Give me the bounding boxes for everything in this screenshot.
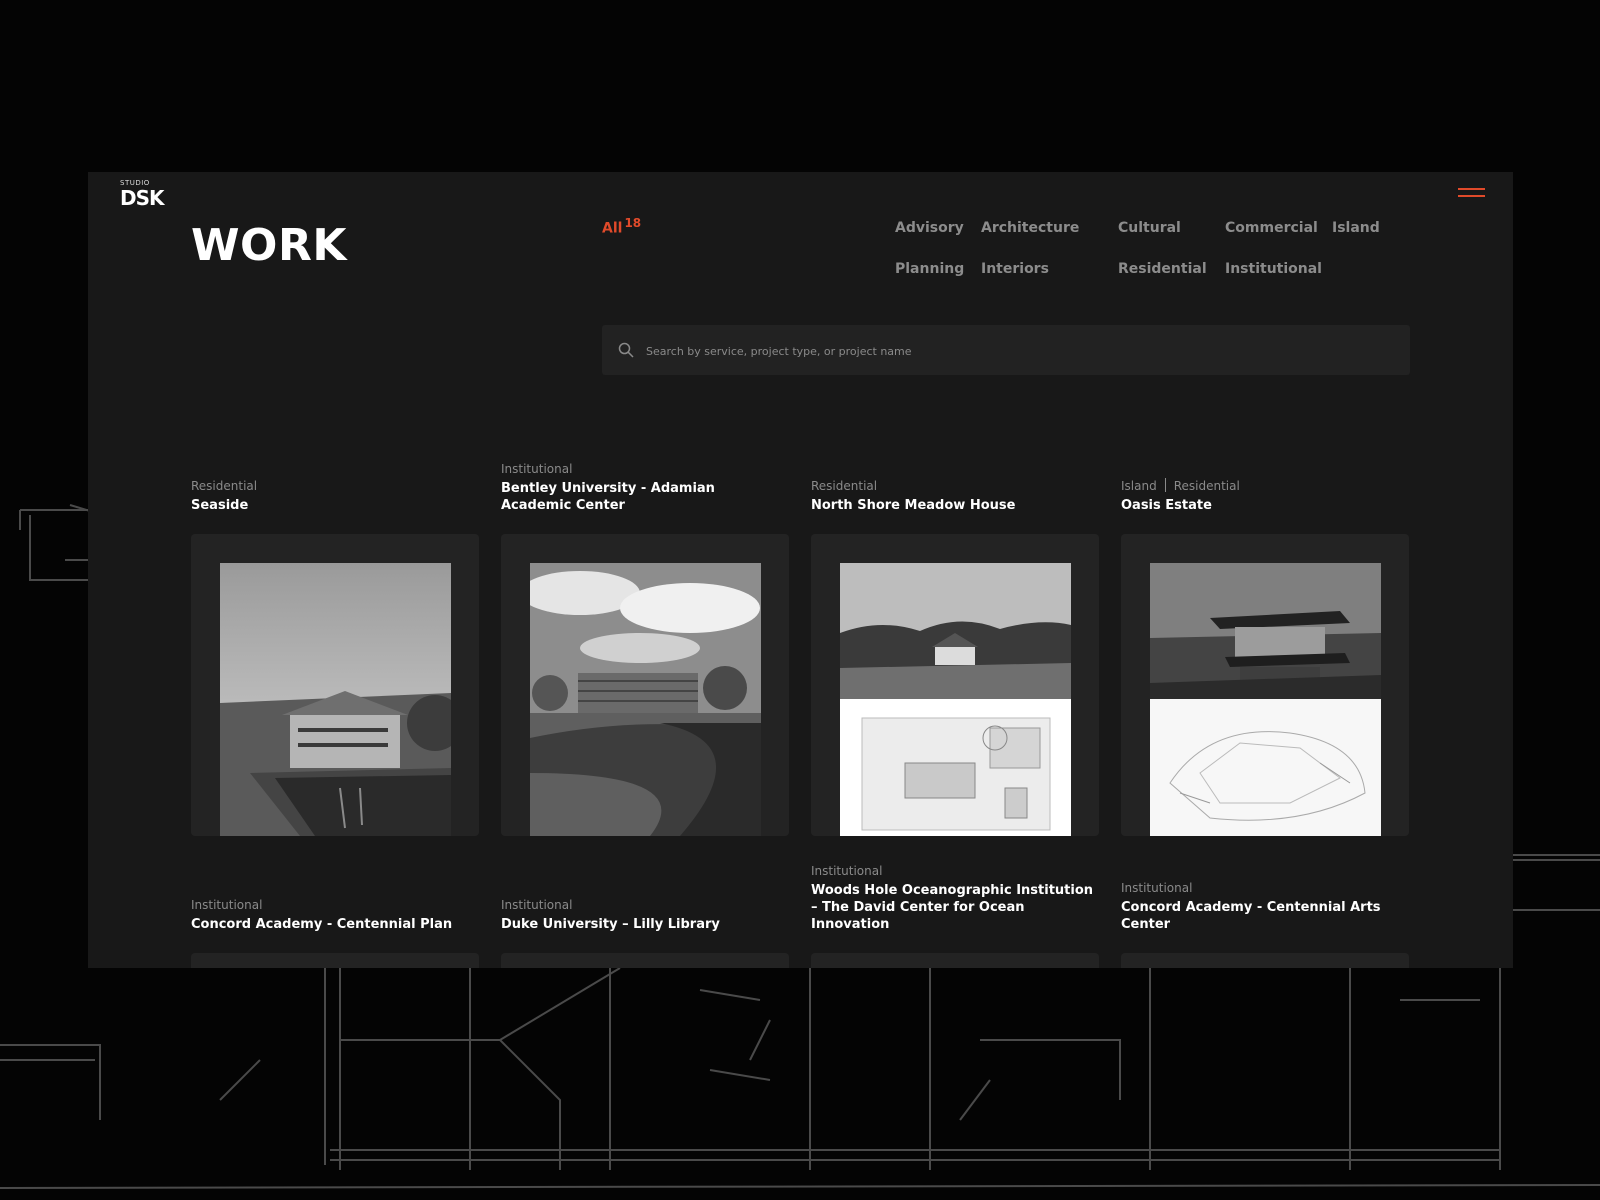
category-label[interactable]: Residential bbox=[1174, 479, 1240, 493]
project-image-panel[interactable] bbox=[191, 953, 479, 968]
filter-cultural[interactable]: Cultural bbox=[1118, 220, 1181, 236]
project-categories: Institutional bbox=[1121, 881, 1409, 895]
project-categories: Institutional bbox=[191, 898, 479, 912]
project-heading: Residential North Shore Meadow House bbox=[811, 479, 1099, 514]
category-label[interactable]: Institutional bbox=[191, 898, 262, 912]
filter-all-label: All bbox=[602, 220, 623, 237]
project-name[interactable]: Concord Academy - Centennial Arts Center bbox=[1121, 899, 1409, 933]
project-name[interactable]: Concord Academy - Centennial Plan bbox=[191, 916, 479, 933]
project-name[interactable]: Duke University – Lilly Library bbox=[501, 916, 789, 933]
project-name[interactable]: Seaside bbox=[191, 497, 479, 514]
project-categories: Institutional bbox=[811, 864, 1099, 878]
project-photo-oasis bbox=[1150, 563, 1381, 836]
filter-residential[interactable]: Residential bbox=[1118, 261, 1207, 277]
project-name[interactable]: Oasis Estate bbox=[1121, 497, 1409, 514]
project-image-panel[interactable] bbox=[1121, 953, 1409, 968]
page-title: WORK bbox=[191, 220, 347, 271]
project-photo-seaside bbox=[220, 563, 451, 836]
project-name[interactable]: North Shore Meadow House bbox=[811, 497, 1099, 514]
category-separator bbox=[1164, 478, 1166, 492]
project-photo-bentley bbox=[530, 563, 761, 836]
project-categories: Institutional bbox=[501, 462, 789, 476]
project-categories: Residential bbox=[811, 479, 1099, 493]
category-label[interactable]: Island bbox=[1121, 479, 1157, 493]
menu-line-icon bbox=[1458, 195, 1485, 197]
filter-interiors[interactable]: Interiors bbox=[981, 261, 1049, 277]
project-name[interactable]: Woods Hole Oceanographic Institution – T… bbox=[811, 882, 1099, 933]
project-heading: Institutional Duke University – Lilly Li… bbox=[501, 898, 789, 933]
search-icon bbox=[618, 342, 634, 358]
hamburger-menu-button[interactable] bbox=[1458, 188, 1485, 198]
search-input[interactable] bbox=[644, 325, 1388, 377]
project-photo-north-shore bbox=[840, 563, 1071, 836]
logo-big-text: DSK bbox=[120, 186, 165, 210]
project-heading: Institutional Bentley University - Adami… bbox=[501, 462, 789, 514]
category-label[interactable]: Institutional bbox=[1121, 881, 1192, 895]
project-heading: Institutional Concord Academy - Centenni… bbox=[1121, 881, 1409, 933]
category-label[interactable]: Institutional bbox=[501, 898, 572, 912]
filter-advisory[interactable]: Advisory bbox=[895, 220, 964, 236]
filter-all[interactable]: All 18 bbox=[602, 216, 641, 237]
search-bar bbox=[602, 325, 1410, 377]
project-heading: Island Residential Oasis Estate bbox=[1121, 478, 1409, 514]
site-window: STUDIO DSK WORK All 18 Advisory Architect… bbox=[88, 172, 1513, 968]
project-categories: Institutional bbox=[501, 898, 789, 912]
filter-island[interactable]: Island bbox=[1332, 220, 1380, 236]
filter-institutional[interactable]: Institutional bbox=[1225, 261, 1322, 277]
project-image-panel[interactable] bbox=[811, 534, 1099, 836]
filter-architecture[interactable]: Architecture bbox=[981, 220, 1079, 236]
project-categories: Residential bbox=[191, 479, 479, 493]
project-image-panel[interactable] bbox=[501, 953, 789, 968]
category-label[interactable]: Institutional bbox=[501, 462, 572, 476]
project-categories: Island Residential bbox=[1121, 478, 1409, 493]
menu-line-icon bbox=[1458, 188, 1485, 190]
project-heading: Residential Seaside bbox=[191, 479, 479, 514]
project-name[interactable]: Bentley University - Adamian Academic Ce… bbox=[501, 480, 789, 514]
studio-dsk-logo[interactable]: STUDIO DSK bbox=[120, 180, 165, 210]
category-label[interactable]: Residential bbox=[191, 479, 257, 493]
project-heading: Institutional Woods Hole Oceanographic I… bbox=[811, 864, 1099, 933]
category-label[interactable]: Institutional bbox=[811, 864, 882, 878]
filter-all-count: 18 bbox=[624, 216, 642, 230]
filter-planning[interactable]: Planning bbox=[895, 261, 964, 277]
project-image-panel[interactable] bbox=[1121, 534, 1409, 836]
project-heading: Institutional Concord Academy - Centenni… bbox=[191, 898, 479, 933]
project-image-panel[interactable] bbox=[191, 534, 479, 836]
project-image-panel[interactable] bbox=[811, 953, 1099, 968]
category-label[interactable]: Residential bbox=[811, 479, 877, 493]
filter-commercial[interactable]: Commercial bbox=[1225, 220, 1318, 236]
project-image-panel[interactable] bbox=[501, 534, 789, 836]
